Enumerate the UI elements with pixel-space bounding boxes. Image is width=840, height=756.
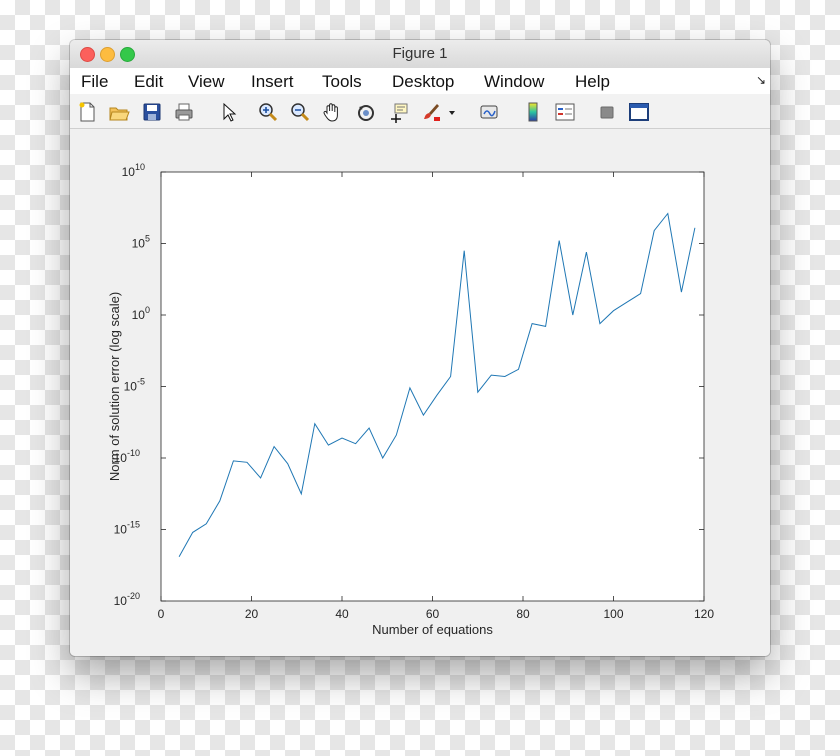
menu-desktop[interactable]: Desktop (392, 72, 454, 92)
y-tick-label: 100 (132, 305, 150, 322)
print-icon[interactable] (173, 101, 195, 123)
menu-bar: File Edit View Insert Tools Desktop Wind… (70, 68, 770, 94)
x-tick-label: 0 (158, 607, 165, 621)
menu-window[interactable]: Window (484, 72, 544, 92)
link-plot-icon[interactable] (478, 101, 500, 123)
window-title: Figure 1 (392, 45, 448, 62)
menu-help[interactable]: Help (575, 72, 610, 92)
line-chart: 0 20 40 60 80 100 12010-2010-1510-1010-5100105… (107, 162, 714, 637)
plot-axes-background (161, 172, 704, 601)
x-tick-label: 80 (516, 607, 530, 621)
legend-icon[interactable] (554, 101, 576, 123)
menu-view[interactable]: View (188, 72, 225, 92)
brush-dropdown-icon[interactable] (446, 101, 458, 123)
title-bar[interactable]: Figure 1 (70, 40, 770, 68)
x-tick-label: 100 (603, 607, 623, 621)
data-cursor-icon[interactable] (388, 101, 410, 123)
y-axis-label: Norm of solution error (log scale) (107, 292, 122, 481)
x-tick-label: 20 (245, 607, 259, 621)
pan-icon[interactable] (321, 101, 343, 123)
x-tick-label: 120 (694, 607, 714, 621)
colorbar-icon[interactable] (522, 101, 544, 123)
menu-file[interactable]: File (81, 72, 108, 92)
hide-tools-icon[interactable] (596, 101, 618, 123)
brush-icon[interactable] (420, 101, 442, 123)
y-tick-label: 1010 (122, 162, 145, 179)
y-tick-label: 105 (132, 234, 150, 251)
save-icon[interactable] (141, 101, 163, 123)
zoom-out-icon[interactable] (289, 101, 311, 123)
figure-window: Figure 1 File Edit View Insert Tools Des… (70, 40, 770, 656)
y-tick-label: 10-20 (114, 591, 140, 608)
new-figure-icon[interactable] (76, 101, 98, 123)
zoom-in-icon[interactable] (257, 101, 279, 123)
menu-tools[interactable]: Tools (322, 72, 362, 92)
toolbar (70, 94, 770, 129)
rotate-3d-icon[interactable] (355, 101, 377, 123)
pointer-icon[interactable] (218, 101, 240, 123)
dock-arrow-icon[interactable]: ↘ (756, 73, 766, 87)
figure-canvas[interactable]: 0 20 40 60 80 100 120 10-20 10-15 10-10 10-5 100 105… (70, 129, 770, 656)
menu-insert[interactable]: Insert (251, 72, 294, 92)
open-file-icon[interactable] (108, 101, 130, 123)
y-tick-label: 10-15 (114, 520, 140, 537)
menu-edit[interactable]: Edit (134, 72, 163, 92)
show-tools-icon[interactable] (628, 101, 650, 123)
x-axis-label: Number of equations (372, 622, 493, 637)
x-tick-label: 60 (426, 607, 440, 621)
x-tick-label: 40 (335, 607, 349, 621)
y-tick-label: 10-5 (124, 377, 145, 394)
